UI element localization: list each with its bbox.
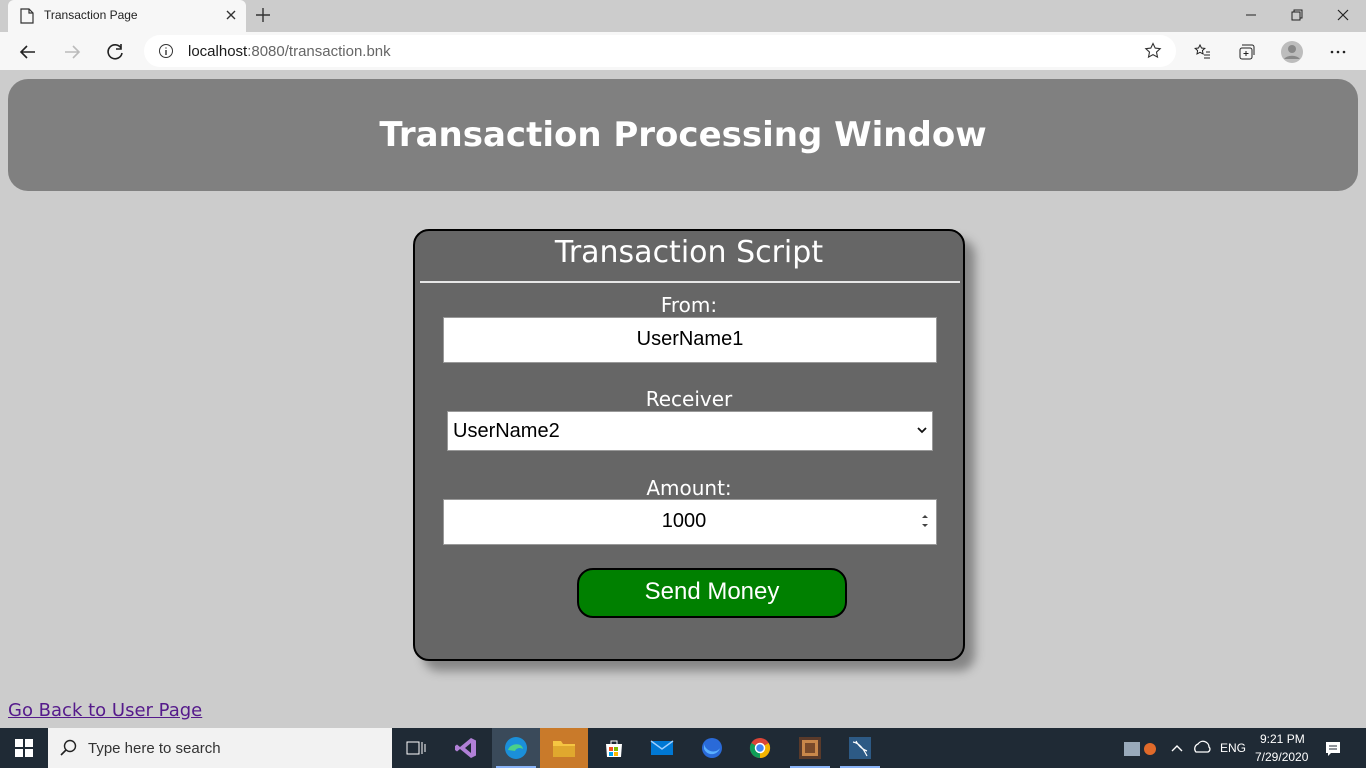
- favorites-button[interactable]: [1188, 38, 1216, 66]
- folder-icon: [553, 741, 575, 757]
- taskbar: Type here to search ENG 9:21 PM 7/29/202…: [0, 728, 1366, 768]
- refresh-button[interactable]: [102, 38, 130, 66]
- windows-icon: [15, 739, 33, 757]
- more-icon: [1330, 50, 1346, 54]
- edge-icon: [505, 737, 527, 759]
- amount-label: Amount:: [646, 476, 732, 500]
- clock-time[interactable]: 9:21 PM: [1260, 732, 1305, 746]
- app-icon: [799, 737, 821, 759]
- banner: Transaction Processing Window: [8, 79, 1358, 191]
- form-title: Transaction Script: [554, 235, 824, 270]
- browser-toolbar: localhost:8080/transaction.bnk: [0, 32, 1366, 70]
- url-text: localhost:8080/transaction.bnk: [188, 43, 391, 60]
- visual-studio-button[interactable]: [442, 728, 490, 768]
- arrow-right-icon: [65, 45, 81, 59]
- task-view-button[interactable]: [392, 728, 440, 768]
- search-icon: [60, 739, 77, 756]
- firefox-button[interactable]: [688, 728, 736, 768]
- network-icon[interactable]: [1192, 740, 1212, 756]
- minimize-button[interactable]: [1228, 0, 1274, 30]
- chrome-button[interactable]: [736, 728, 784, 768]
- mail-button[interactable]: [638, 728, 686, 768]
- from-label: From:: [660, 293, 718, 317]
- receiver-select[interactable]: UserName2: [447, 411, 933, 451]
- info-icon[interactable]: [158, 43, 174, 59]
- collections-icon: [1239, 44, 1255, 60]
- chrome-icon: [749, 738, 771, 759]
- close-tab-icon[interactable]: [222, 6, 240, 24]
- send-money-button[interactable]: Send Money: [577, 568, 847, 618]
- store-icon: [606, 740, 622, 757]
- start-button[interactable]: [0, 728, 48, 768]
- number-spinner-icon[interactable]: [920, 510, 930, 532]
- receiver-label: Receiver: [645, 387, 733, 411]
- minimize-icon: [1246, 14, 1256, 16]
- visual-studio-icon: [455, 738, 476, 758]
- profile-button[interactable]: [1278, 38, 1306, 66]
- task-view-icon: [406, 741, 426, 755]
- store-button[interactable]: [590, 728, 638, 768]
- favorite-star-icon[interactable]: [1144, 42, 1162, 60]
- file-explorer-button[interactable]: [540, 728, 588, 768]
- mail-icon: [650, 740, 674, 755]
- tab-strip: Transaction Page: [0, 0, 1366, 32]
- address-bar[interactable]: localhost:8080/transaction.bnk: [144, 35, 1176, 67]
- app-button[interactable]: [786, 728, 834, 768]
- chevron-up-icon[interactable]: [1170, 742, 1184, 754]
- transaction-form: Transaction Script From: UserName1 Recei…: [413, 229, 965, 661]
- mysql-workbench-button[interactable]: [836, 728, 884, 768]
- chevron-down-icon: [917, 427, 927, 434]
- restore-button[interactable]: [1274, 0, 1320, 30]
- page-content: Transaction Processing Window Transactio…: [0, 70, 1366, 728]
- avatar-icon: [1281, 41, 1303, 63]
- workbench-icon: [849, 737, 871, 759]
- divider: [420, 281, 960, 283]
- search-placeholder: Type here to search: [88, 740, 221, 757]
- page-title: Transaction Processing Window: [379, 115, 987, 155]
- amount-field[interactable]: 1000: [443, 499, 937, 545]
- clock-date[interactable]: 7/29/2020: [1255, 750, 1308, 764]
- language-indicator[interactable]: ENG: [1220, 741, 1246, 755]
- from-value: UserName1: [636, 328, 744, 350]
- tab-title: Transaction Page: [44, 8, 138, 22]
- collections-button[interactable]: [1232, 38, 1260, 66]
- menu-button[interactable]: [1324, 38, 1352, 66]
- browser-tab[interactable]: Transaction Page: [8, 0, 246, 32]
- amount-value: 1000: [661, 510, 707, 532]
- arrow-left-icon: [19, 45, 35, 59]
- forward-button[interactable]: [58, 38, 86, 66]
- restore-icon: [1291, 9, 1303, 21]
- close-icon: [1337, 9, 1349, 21]
- taskbar-search[interactable]: Type here to search: [48, 728, 392, 768]
- page-icon: [20, 8, 34, 24]
- tray-apps-icon[interactable]: [1124, 740, 1158, 758]
- from-field[interactable]: UserName1: [443, 317, 937, 363]
- firefox-icon: [702, 738, 722, 758]
- notification-icon[interactable]: [1324, 740, 1342, 758]
- close-window-button[interactable]: [1320, 0, 1366, 30]
- refresh-icon: [107, 44, 123, 60]
- receiver-selected: UserName2: [453, 420, 560, 442]
- back-button[interactable]: [14, 38, 42, 66]
- favorites-list-icon: [1194, 43, 1210, 59]
- new-tab-icon[interactable]: [252, 4, 274, 26]
- edge-button[interactable]: [492, 728, 540, 768]
- back-to-user-page-link[interactable]: Go Back to User Page: [8, 700, 202, 721]
